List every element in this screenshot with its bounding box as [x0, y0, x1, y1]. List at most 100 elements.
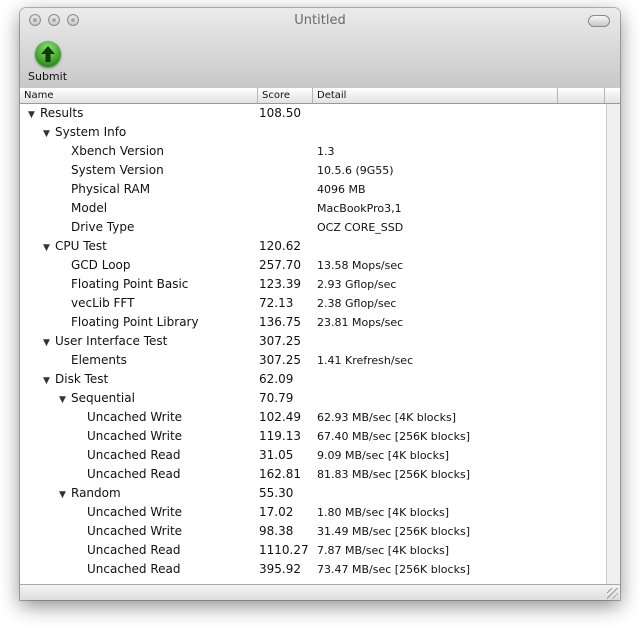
row-name: Uncached Read	[87, 543, 181, 557]
row-score: 307.25	[259, 353, 301, 367]
row-name: User Interface Test	[55, 334, 168, 348]
row-score: 395.92	[259, 562, 301, 576]
row-score: 70.79	[259, 391, 294, 405]
row-score: 102.49	[259, 410, 301, 424]
bottom-bar	[20, 584, 620, 600]
table-row[interactable]: Uncached Read 1110.27 7.87 MB/sec [4K bloc…	[20, 541, 605, 560]
column-name[interactable]: Name	[20, 88, 258, 103]
row-name: Uncached Read	[87, 448, 181, 462]
row-detail: 7.87 MB/sec [4K blocks]	[317, 544, 449, 557]
row-detail: 67.40 MB/sec [256K blocks]	[317, 430, 470, 443]
row-name: System Version	[71, 163, 164, 177]
results-outline: ▼ Results 108.50 ▼ System Info Xbench Versi…	[20, 104, 605, 579]
row-name: Uncached Write	[87, 410, 183, 424]
row-score: 307.25	[259, 334, 301, 348]
table-row[interactable]: Uncached Write 98.38 31.49 MB/sec [256K bl…	[20, 522, 605, 541]
table-row[interactable]: ▼ User Interface Test 307.25	[20, 332, 605, 351]
table-row[interactable]: Elements 307.25 1.41 Krefresh/sec	[20, 351, 605, 370]
row-score: 120.62	[259, 239, 301, 253]
row-name: Floating Point Basic	[71, 277, 189, 291]
row-name: Elements	[71, 353, 127, 367]
table-row[interactable]: Drive Type OCZ CORE_SSD	[20, 218, 605, 237]
row-name: Uncached Read	[87, 562, 181, 576]
table-row[interactable]: ▼ Random 55.30	[20, 484, 605, 503]
table-row[interactable]: ▼ Sequential 70.79	[20, 389, 605, 408]
row-score: 1110.27	[259, 543, 309, 557]
row-name: Random	[71, 486, 121, 500]
row-name: Sequential	[71, 391, 135, 405]
table-row[interactable]: Xbench Version 1.3	[20, 142, 605, 161]
resize-grip-icon[interactable]	[607, 588, 618, 599]
table-row[interactable]: ▼ System Info	[20, 123, 605, 142]
row-name: Uncached Write	[87, 524, 183, 538]
row-score: 162.81	[259, 467, 301, 481]
row-detail: 13.58 Mops/sec	[317, 259, 404, 272]
column-extra	[558, 88, 605, 103]
table-row[interactable]: Uncached Write 17.02 1.80 MB/sec [4K block…	[20, 503, 605, 522]
row-score: 98.38	[259, 524, 294, 538]
column-score[interactable]: Score	[258, 88, 313, 103]
table-row[interactable]: Floating Point Basic 123.39 2.93 Gflop/sec	[20, 275, 605, 294]
submit-label[interactable]: Submit	[28, 70, 67, 83]
row-name: Results	[40, 106, 84, 120]
titlebar: Untitled Submit	[20, 8, 620, 89]
row-name: CPU Test	[55, 239, 107, 253]
table-row[interactable]: vecLib FFT 72.13 2.38 Gflop/sec	[20, 294, 605, 313]
row-detail: 2.93 Gflop/sec	[317, 278, 397, 291]
row-name: Model	[71, 201, 108, 215]
row-name: GCD Loop	[71, 258, 131, 272]
table-row[interactable]: Floating Point Library 136.75 23.81 Mops/s…	[20, 313, 605, 332]
table-row[interactable]: Uncached Write 119.13 67.40 MB/sec [256K b…	[20, 427, 605, 446]
green-up-arrow-icon	[41, 46, 55, 62]
table-row[interactable]: Model MacBookPro3,1	[20, 199, 605, 218]
row-score: 123.39	[259, 277, 301, 291]
table-row[interactable]: Uncached Write 102.49 62.93 MB/sec [4K blo…	[20, 408, 605, 427]
row-score: 55.30	[259, 486, 294, 500]
row-detail: 4096 MB	[317, 183, 366, 196]
row-detail: 2.38 Gflop/sec	[317, 297, 397, 310]
row-score: 62.09	[259, 372, 294, 386]
table-row[interactable]: GCD Loop 257.70 13.58 Mops/sec	[20, 256, 605, 275]
row-detail: MacBookPro3,1	[317, 202, 402, 215]
row-name: Xbench Version	[71, 144, 164, 158]
row-detail: 73.47 MB/sec [256K blocks]	[317, 563, 470, 576]
table-row[interactable]: ▼ CPU Test 120.62	[20, 237, 605, 256]
row-name: Drive Type	[71, 220, 135, 234]
row-name: Floating Point Library	[71, 315, 199, 329]
table-row[interactable]: Uncached Read 162.81 81.83 MB/sec [256K bl…	[20, 465, 605, 484]
row-detail: 62.93 MB/sec [4K blocks]	[317, 411, 456, 424]
row-score: 17.02	[259, 505, 294, 519]
row-name: Uncached Write	[87, 505, 183, 519]
row-score: 119.13	[259, 429, 301, 443]
window-title: Untitled	[294, 13, 346, 28]
table-row[interactable]: Uncached Read 395.92 73.47 MB/sec [256K bl…	[20, 560, 605, 579]
table-row[interactable]: Uncached Read 31.05 9.09 MB/sec [4K blocks…	[20, 446, 605, 465]
column-header: Name Score Detail	[20, 88, 620, 104]
row-detail: 9.09 MB/sec [4K blocks]	[317, 449, 449, 462]
row-score: 136.75	[259, 315, 301, 329]
row-detail: 31.49 MB/sec [256K blocks]	[317, 525, 470, 538]
row-score: 72.13	[259, 296, 294, 310]
row-name: System Info	[55, 125, 127, 139]
submit-button[interactable]	[35, 41, 61, 67]
table-row[interactable]: System Version 10.5.6 (9G55)	[20, 161, 605, 180]
column-detail[interactable]: Detail	[313, 88, 558, 103]
row-detail: 10.5.6 (9G55)	[317, 164, 394, 177]
row-detail: 81.83 MB/sec [256K blocks]	[317, 468, 470, 481]
row-detail: OCZ CORE_SSD	[317, 221, 404, 234]
row-score: 108.50	[259, 106, 301, 120]
row-name: vecLib FFT	[71, 296, 135, 310]
table-row[interactable]: ▼ Results 108.50	[20, 104, 605, 123]
row-score: 257.70	[259, 258, 301, 272]
row-name: Disk Test	[55, 372, 109, 386]
row-name: Physical RAM	[71, 182, 151, 196]
row-detail: 1.41 Krefresh/sec	[317, 354, 414, 367]
row-detail: 1.3	[317, 145, 335, 158]
toolbar-toggle-button[interactable]	[588, 15, 610, 27]
row-name: Uncached Read	[87, 467, 181, 481]
vertical-scrollbar[interactable]	[606, 104, 620, 584]
table-row[interactable]: ▼ Disk Test 62.09	[20, 370, 605, 389]
table-row[interactable]: Physical RAM 4096 MB	[20, 180, 605, 199]
row-detail: 1.80 MB/sec [4K blocks]	[317, 506, 449, 519]
row-detail: 23.81 Mops/sec	[317, 316, 404, 329]
